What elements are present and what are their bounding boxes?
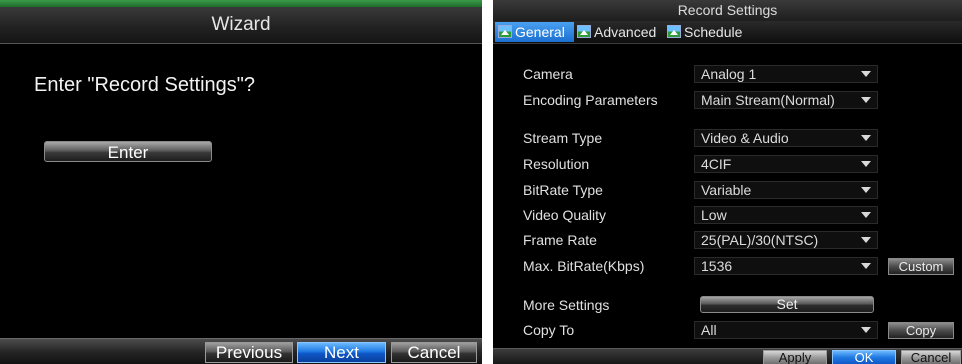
enter-button[interactable]: Enter xyxy=(44,141,212,162)
ok-button[interactable]: OK xyxy=(832,350,896,364)
chevron-down-icon xyxy=(861,187,871,193)
max-bitrate-label: Max. BitRate(Kbps) xyxy=(523,258,645,274)
wizard-prompt: Enter "Record Settings"? xyxy=(34,74,255,96)
encoding-parameters-value: Main Stream(Normal) xyxy=(701,92,835,108)
chevron-down-icon xyxy=(861,263,871,269)
stream-type-select[interactable]: Video & Audio xyxy=(694,129,878,147)
apply-button[interactable]: Apply xyxy=(763,350,827,364)
max-bitrate-select[interactable]: 1536 xyxy=(694,257,878,275)
camera-select[interactable]: Analog 1 xyxy=(694,65,878,83)
video-quality-value: Low xyxy=(701,207,727,223)
encoding-parameters-select[interactable]: Main Stream(Normal) xyxy=(694,91,878,109)
landscape-icon xyxy=(667,25,681,38)
tab-general[interactable]: General xyxy=(495,22,574,42)
resolution-label: Resolution xyxy=(523,156,590,172)
wizard-top-accent xyxy=(0,0,482,7)
tab-label: Advanced xyxy=(594,24,657,40)
chevron-down-icon xyxy=(861,327,871,333)
chevron-down-icon xyxy=(861,71,871,77)
landscape-icon xyxy=(577,25,591,38)
previous-button[interactable]: Previous xyxy=(205,342,293,363)
copy-button[interactable]: Copy xyxy=(888,322,954,339)
wizard-dialog: Wizard Enter "Record Settings"? Enter Pr… xyxy=(0,0,482,364)
copy-to-label: Copy To xyxy=(523,322,575,338)
camera-value: Analog 1 xyxy=(701,66,757,82)
frame-rate-select[interactable]: 25(PAL)/30(NTSC) xyxy=(694,231,878,249)
chevron-down-icon xyxy=(861,135,871,141)
record-settings-dialog: Record Settings General Advanced Schedul… xyxy=(493,0,962,364)
resolution-value: 4CIF xyxy=(701,156,732,172)
set-button[interactable]: Set xyxy=(700,296,874,313)
copy-to-value: All xyxy=(701,322,717,338)
tab-bar: General Advanced Schedule xyxy=(493,21,962,44)
wizard-button-bar: Previous Next Cancel xyxy=(0,338,482,364)
record-cancel-button[interactable]: Cancel xyxy=(901,350,961,364)
stream-type-label: Stream Type xyxy=(523,130,603,146)
tab-label: General xyxy=(515,24,565,40)
cancel-button[interactable]: Cancel xyxy=(391,342,477,363)
tab-advanced[interactable]: Advanced xyxy=(574,22,664,42)
landscape-icon xyxy=(498,25,512,38)
bitrate-type-label: BitRate Type xyxy=(523,182,603,198)
video-quality-select[interactable]: Low xyxy=(694,206,878,224)
tab-label: Schedule xyxy=(684,24,743,40)
next-button[interactable]: Next xyxy=(297,342,386,363)
wizard-title: Wizard xyxy=(0,7,482,44)
record-settings-title: Record Settings xyxy=(493,0,962,21)
bitrate-type-value: Variable xyxy=(701,182,752,198)
encoding-parameters-label: Encoding Parameters xyxy=(523,92,658,108)
frame-rate-label: Frame Rate xyxy=(523,232,597,248)
resolution-select[interactable]: 4CIF xyxy=(694,155,878,173)
max-bitrate-value: 1536 xyxy=(701,258,733,274)
camera-label: Camera xyxy=(523,66,573,82)
copy-to-select[interactable]: All xyxy=(694,321,878,339)
chevron-down-icon xyxy=(861,97,871,103)
chevron-down-icon xyxy=(861,237,871,243)
more-settings-label: More Settings xyxy=(523,297,610,313)
chevron-down-icon xyxy=(861,161,871,167)
record-button-bar: Apply OK Cancel xyxy=(493,348,962,364)
stream-type-value: Video & Audio xyxy=(701,130,789,146)
frame-rate-value: 25(PAL)/30(NTSC) xyxy=(701,232,819,248)
chevron-down-icon xyxy=(861,212,871,218)
video-quality-label: Video Quality xyxy=(523,207,607,223)
bitrate-type-select[interactable]: Variable xyxy=(694,181,878,199)
tab-schedule[interactable]: Schedule xyxy=(664,22,754,42)
custom-button[interactable]: Custom xyxy=(888,258,954,275)
